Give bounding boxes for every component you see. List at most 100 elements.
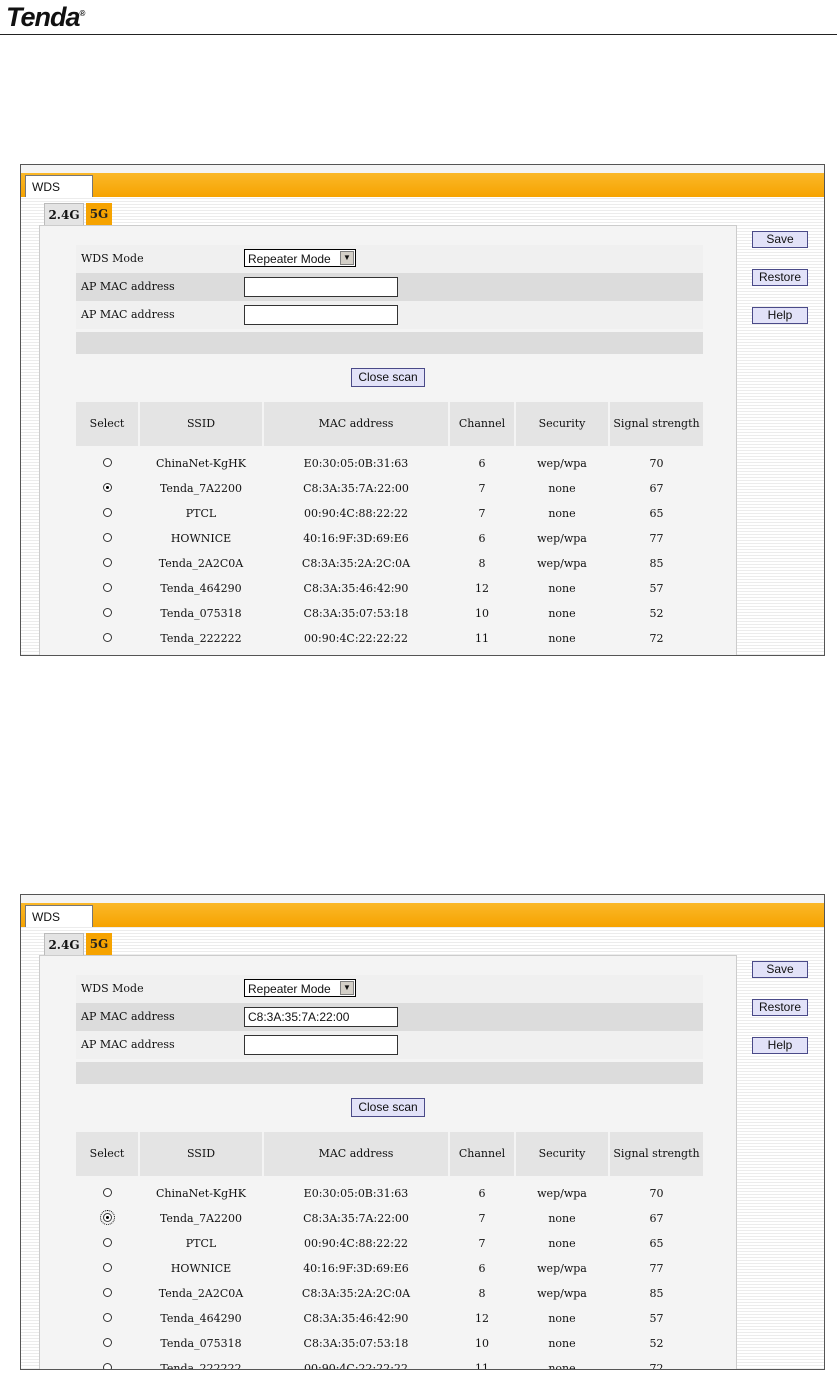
ap-mac-input-1[interactable]: C8:3A:35:7A:22:00 <box>244 1007 398 1027</box>
col-ssid-header: SSID <box>140 402 262 446</box>
help-button[interactable]: Help <box>752 1037 808 1054</box>
channel-cell: 11 <box>475 1362 489 1370</box>
close-scan-button[interactable]: Close scan <box>351 368 425 387</box>
mac-cell: 00:90:4C:88:22:22 <box>304 507 408 520</box>
col-security-header: Security <box>516 1132 608 1176</box>
band-tab-5g[interactable]: 5G <box>86 933 112 955</box>
ssid-cell: HOWNICE <box>170 1262 232 1275</box>
table-row[interactable]: PTCL 00:90:4C:88:22:22 7 none 65 <box>76 1231 703 1256</box>
select-radio[interactable] <box>103 1263 112 1272</box>
mac-cell: C8:3A:35:7A:22:00 <box>303 1212 409 1225</box>
select-radio[interactable] <box>103 558 112 567</box>
table-row[interactable]: Tenda_2A2C0A C8:3A:35:2A:2C:0A 8 wep/wpa 85 <box>76 551 703 576</box>
signal-cell: 70 <box>649 1187 664 1200</box>
close-scan-button[interactable]: Close scan <box>351 1098 425 1117</box>
signal-cell: 57 <box>649 582 664 595</box>
select-radio[interactable] <box>103 1188 112 1197</box>
wds-mode-value: Repeater Mode <box>248 982 331 996</box>
table-row[interactable]: ChinaNet-KgHK E0:30:05:0B:31:63 6 wep/wpa 70 <box>76 1181 703 1206</box>
table-row[interactable]: HOWNICE 40:16:9F:3D:69:E6 6 wep/wpa 77 <box>76 1256 703 1281</box>
select-radio[interactable] <box>103 483 112 492</box>
table-row[interactable]: PTCL 00:90:4C:88:22:22 7 none 65 <box>76 501 703 526</box>
band-tab-2-4g[interactable]: 2.4G <box>44 933 84 955</box>
ssid-cell: HOWNICE <box>170 532 232 545</box>
ap-mac-label-2: AP MAC address <box>81 1038 175 1051</box>
mac-cell: 00:90:4C:88:22:22 <box>304 1237 408 1250</box>
channel-cell: 6 <box>478 532 486 545</box>
select-radio[interactable] <box>103 1338 112 1347</box>
tab-wds[interactable]: WDS <box>25 175 93 197</box>
table-row[interactable]: Tenda_222222 00:90:4C:22:22:22 11 none 72 <box>76 1356 703 1370</box>
help-button[interactable]: Help <box>752 307 808 324</box>
table-row[interactable]: Tenda_7A2200 C8:3A:35:7A:22:00 7 none 67 <box>76 1206 703 1231</box>
col-select-header: Select <box>76 1132 138 1176</box>
signal-cell: 65 <box>649 1237 664 1250</box>
signal-cell: 85 <box>649 1287 664 1300</box>
ap-mac-label-1: AP MAC address <box>81 1010 175 1023</box>
mac-cell: C8:3A:35:07:53:18 <box>303 1337 409 1350</box>
restore-button[interactable]: Restore <box>752 999 808 1016</box>
band-tab-5g[interactable]: 5G <box>86 203 112 225</box>
select-radio[interactable] <box>100 1210 115 1225</box>
wds-mode-value: Repeater Mode <box>248 252 331 266</box>
mac-cell: E0:30:05:0B:31:63 <box>303 457 409 470</box>
tab-bar <box>21 903 824 927</box>
select-radio[interactable] <box>103 1313 112 1322</box>
col-mac-header: MAC address <box>264 1132 448 1176</box>
ap-mac-row-2: AP MAC address <box>76 301 703 329</box>
save-button[interactable]: Save <box>752 961 808 978</box>
channel-cell: 12 <box>475 1312 489 1325</box>
tab-bar <box>21 173 824 197</box>
mac-cell: C8:3A:35:7A:22:00 <box>303 482 409 495</box>
select-radio[interactable] <box>103 1238 112 1247</box>
select-radio[interactable] <box>103 608 112 617</box>
security-cell: wep/wpa <box>537 1187 587 1200</box>
ap-mac-label-2: AP MAC address <box>81 308 175 321</box>
wds-mode-select[interactable]: Repeater Mode ▼ <box>244 979 356 997</box>
scan-table-header: Select SSID MAC address Channel Security… <box>76 402 703 446</box>
tab-wds[interactable]: WDS <box>25 905 93 927</box>
table-row[interactable]: Tenda_075318 C8:3A:35:07:53:18 10 none 52 <box>76 1331 703 1356</box>
signal-cell: 85 <box>649 557 664 570</box>
table-row[interactable]: Tenda_464290 C8:3A:35:46:42:90 12 none 57 <box>76 1306 703 1331</box>
security-cell: none <box>548 582 576 595</box>
select-radio[interactable] <box>103 508 112 517</box>
ap-mac-input-1[interactable] <box>244 277 398 297</box>
signal-cell: 77 <box>649 532 664 545</box>
dropdown-arrow-icon[interactable]: ▼ <box>340 981 354 995</box>
select-radio[interactable] <box>103 583 112 592</box>
ssid-cell: Tenda_464290 <box>160 582 242 595</box>
channel-cell: 8 <box>478 557 486 570</box>
wds-mode-row: WDS Mode Repeater Mode ▼ <box>76 245 703 273</box>
select-radio[interactable] <box>103 1363 112 1369</box>
ap-mac-row-1: AP MAC address <box>76 273 703 301</box>
ap-mac-input-2[interactable] <box>244 305 398 325</box>
table-row[interactable]: Tenda_222222 00:90:4C:22:22:22 11 none 72 <box>76 626 703 651</box>
table-row[interactable]: Tenda_075318 C8:3A:35:07:53:18 10 none 52 <box>76 601 703 626</box>
signal-cell: 52 <box>649 607 664 620</box>
select-radio[interactable] <box>103 533 112 542</box>
ap-mac-row-2: AP MAC address <box>76 1031 703 1059</box>
mac-cell: 40:16:9F:3D:69:E6 <box>303 532 409 545</box>
screenshot-2: WDS 2.4G 5G WDS Mode Repeater Mode ▼ AP … <box>20 894 825 1370</box>
channel-cell: 12 <box>475 582 489 595</box>
table-row[interactable]: Tenda_7A2200 C8:3A:35:7A:22:00 7 none 67 <box>76 476 703 501</box>
signal-cell: 52 <box>649 1337 664 1350</box>
select-radio[interactable] <box>103 1288 112 1297</box>
security-cell: wep/wpa <box>537 1262 587 1275</box>
wds-mode-select[interactable]: Repeater Mode ▼ <box>244 249 356 267</box>
ap-mac-input-2[interactable] <box>244 1035 398 1055</box>
ap-mac-label-1: AP MAC address <box>81 280 175 293</box>
channel-cell: 10 <box>475 607 489 620</box>
band-tab-2-4g[interactable]: 2.4G <box>44 203 84 225</box>
ap-mac-row-1: AP MAC address C8:3A:35:7A:22:00 <box>76 1003 703 1031</box>
table-row[interactable]: HOWNICE 40:16:9F:3D:69:E6 6 wep/wpa 77 <box>76 526 703 551</box>
select-radio[interactable] <box>103 458 112 467</box>
restore-button[interactable]: Restore <box>752 269 808 286</box>
save-button[interactable]: Save <box>752 231 808 248</box>
select-radio[interactable] <box>103 633 112 642</box>
table-row[interactable]: Tenda_464290 C8:3A:35:46:42:90 12 none 57 <box>76 576 703 601</box>
table-row[interactable]: Tenda_2A2C0A C8:3A:35:2A:2C:0A 8 wep/wpa 85 <box>76 1281 703 1306</box>
table-row[interactable]: ChinaNet-KgHK E0:30:05:0B:31:63 6 wep/wpa 70 <box>76 451 703 476</box>
dropdown-arrow-icon[interactable]: ▼ <box>340 251 354 265</box>
